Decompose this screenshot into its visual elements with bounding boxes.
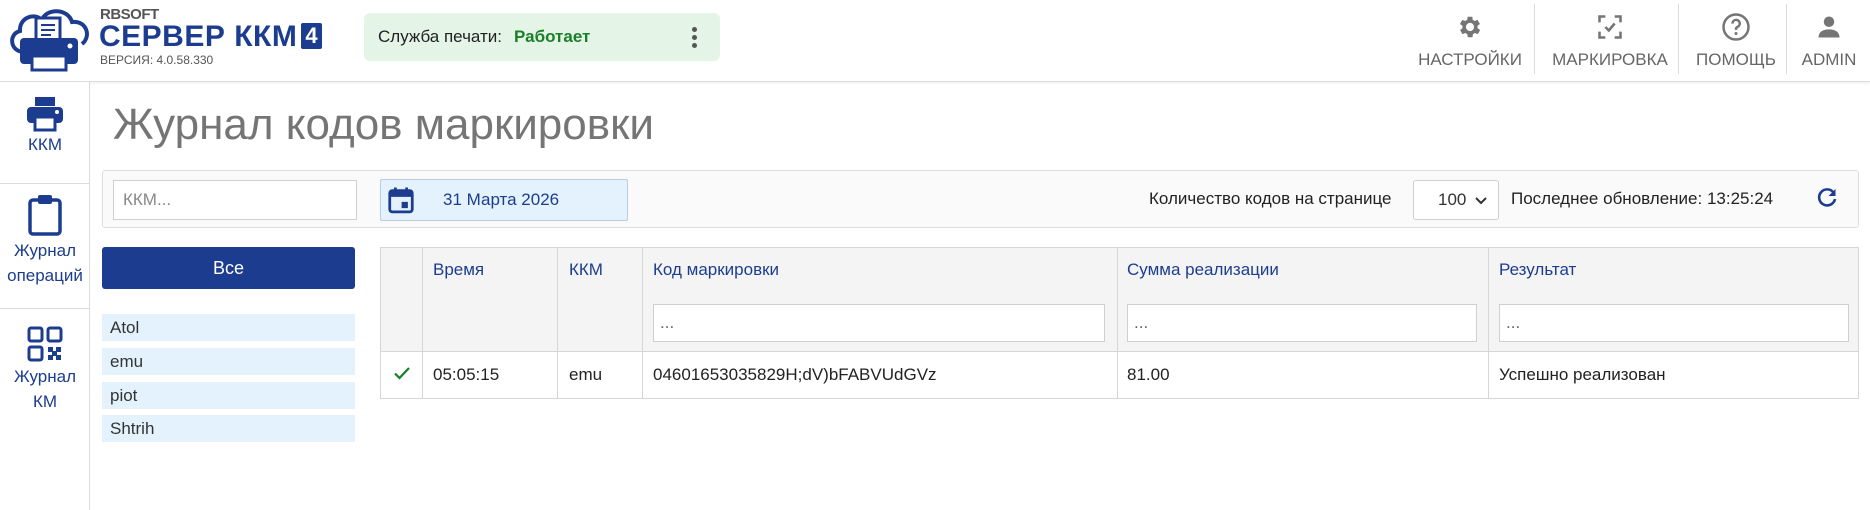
nav-divider <box>1678 4 1679 74</box>
nav-divider <box>1534 4 1535 74</box>
code-filter-input[interactable] <box>653 304 1105 342</box>
filter-toolbar: 31 Марта 2026 Количество кодов на страни… <box>102 170 1859 228</box>
nav-settings-button[interactable]: НАСТРОЙКИ <box>1414 0 1526 82</box>
help-icon <box>1719 10 1753 44</box>
date-value: 31 Марта 2026 <box>443 190 560 209</box>
per-page-value: 100 <box>1438 190 1467 209</box>
column-header-kkm[interactable]: ККМ <box>569 260 603 280</box>
sidebar: ККМ Журнал операций Журнал КМ <box>0 82 90 510</box>
result-filter-input[interactable] <box>1499 304 1849 342</box>
sidebar-item-km-log[interactable]: Журнал КМ <box>0 326 90 414</box>
column-header-result[interactable]: Результат <box>1499 260 1576 280</box>
page-title: Журнал кодов маркировки <box>113 100 654 149</box>
version-badge: 4 <box>301 23 323 49</box>
nav-marking-button[interactable]: МАРКИРОВКА <box>1542 0 1678 82</box>
nav-help-label: ПОМОЩЬ <box>1696 50 1776 69</box>
user-icon <box>1812 10 1846 44</box>
sidebar-divider <box>0 308 90 309</box>
sum-filter-input[interactable] <box>1127 304 1477 342</box>
cell-result: Успешно реализован <box>1499 365 1666 384</box>
kkm-list-item-shtrih[interactable]: Shtrih <box>102 415 355 442</box>
nav-marking-label: МАРКИРОВКА <box>1552 50 1668 69</box>
sidebar-item-label: Журнал операций <box>7 241 83 285</box>
chevron-down-icon <box>1475 197 1487 205</box>
cell-code: 04601653035829H;dV)bFABVUdGVz <box>653 365 937 384</box>
calendar-icon <box>381 180 421 220</box>
nav-settings-label: НАСТРОЙКИ <box>1418 50 1522 69</box>
sidebar-divider <box>0 183 90 184</box>
cell-kkm: emu <box>569 365 603 384</box>
column-divider <box>557 248 558 398</box>
column-divider <box>642 248 643 398</box>
sidebar-item-label: ККМ <box>28 135 62 154</box>
gear-icon <box>1453 10 1487 44</box>
cloud-printer-logo-icon <box>10 9 89 72</box>
refresh-icon[interactable] <box>1815 186 1839 210</box>
cell-sum: 81.00 <box>1127 365 1170 384</box>
app-header: RBSOFT СЕРВЕР ККМ 4 ВЕРСИЯ: 4.0.58.330 Сл… <box>0 0 1870 82</box>
kkm-list-item-emu[interactable]: emu <box>102 348 355 375</box>
nav-divider <box>1786 4 1787 74</box>
print-service-status: Служба печати: Работает <box>364 13 720 61</box>
nav-user-button[interactable]: ADMIN <box>1790 0 1868 82</box>
print-service-label: Служба печати: <box>378 27 503 46</box>
sidebar-item-label: Журнал КМ <box>13 367 77 411</box>
printer-icon <box>27 97 63 132</box>
kkm-search-input[interactable] <box>113 180 357 220</box>
column-divider <box>422 248 423 398</box>
per-page-label: Количество кодов на странице <box>1149 189 1392 208</box>
column-header-sum[interactable]: Сумма реализации <box>1127 260 1279 280</box>
column-divider <box>1488 248 1489 398</box>
scan-icon <box>1593 10 1627 44</box>
nav-help-button[interactable]: ПОМОЩЬ <box>1686 0 1786 82</box>
app-title-text: СЕРВЕР ККМ <box>99 20 298 53</box>
clipboard-icon <box>28 195 62 236</box>
column-header-time[interactable]: Время <box>433 260 484 280</box>
print-service-value: Работает <box>514 27 591 46</box>
version-text: ВЕРСИЯ: 4.0.58.330 <box>100 53 214 67</box>
kkm-filter-all-button[interactable]: Все <box>102 247 355 289</box>
date-picker[interactable]: 31 Марта 2026 <box>380 179 628 221</box>
last-update-text: Последнее обновление: 13:25:24 <box>1511 189 1774 208</box>
kkm-list-item-atol[interactable]: Atol <box>102 314 355 341</box>
app-title: СЕРВЕР ККМ 4 <box>99 20 323 54</box>
sidebar-item-kkm[interactable]: ККМ <box>0 96 90 157</box>
more-vert-icon[interactable] <box>692 24 698 51</box>
column-header-code[interactable]: Код маркировки <box>653 260 779 280</box>
cell-time: 05:05:15 <box>433 365 500 384</box>
per-page-select[interactable]: 100 <box>1413 180 1499 220</box>
qr-code-icon <box>27 326 63 362</box>
kkm-list-item-piot[interactable]: piot <box>102 382 355 409</box>
nav-user-label: ADMIN <box>1801 50 1857 69</box>
check-icon <box>394 367 410 380</box>
marking-codes-table: Время ККМ Код маркировки Сумма реализаци… <box>380 247 1859 399</box>
sidebar-item-operations-log[interactable]: Журнал операций <box>0 194 90 288</box>
column-divider <box>1117 248 1118 398</box>
